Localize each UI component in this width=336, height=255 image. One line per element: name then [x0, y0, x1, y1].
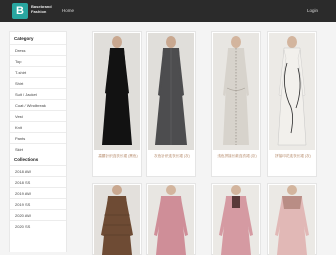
product-photo[interactable] [148, 33, 194, 150]
product-card[interactable] [92, 183, 142, 255]
brand-logo[interactable]: B [12, 3, 28, 19]
collection-item[interactable]: 2018 SS [10, 176, 66, 187]
product-photo[interactable] [94, 185, 140, 255]
category-item[interactable]: Vest [10, 110, 66, 121]
product-card[interactable]: 灰色针织连衣长裙 (灰) [146, 31, 196, 177]
product-card[interactable]: 拼接印花连衣长裙 (灰) [267, 31, 317, 177]
top-navbar: B Basebrand Fashion Home Login [0, 0, 336, 22]
category-item[interactable]: Top [10, 55, 66, 66]
category-item[interactable]: Dress [10, 44, 66, 55]
nav-home-link[interactable]: Home [62, 8, 74, 13]
category-item[interactable]: Suit / Jacket [10, 88, 66, 99]
collection-item[interactable]: 2018 AW [10, 165, 66, 176]
category-item[interactable]: Shirt [10, 77, 66, 88]
product-photo[interactable] [213, 33, 259, 150]
product-card[interactable] [267, 183, 317, 255]
collection-item[interactable]: 2020 SS [10, 220, 66, 231]
category-heading: Category [14, 36, 34, 41]
product-card[interactable] [146, 183, 196, 255]
category-item[interactable]: Knit [10, 121, 66, 132]
filter-sidebar: Category Dress Top T-shirt Shirt Suit / … [9, 31, 67, 252]
brand-name-line2: Fashion [31, 9, 47, 14]
category-item[interactable]: Coat / Windbreak [10, 99, 66, 110]
collection-item[interactable]: 2019 AW [10, 187, 66, 198]
collection-item[interactable]: 2019 SS [10, 198, 66, 209]
product-caption[interactable]: 浅色拼接长款连衣裙 (灰) [215, 154, 259, 159]
product-caption[interactable]: 高腰针织连衣长裙 (黑色) [96, 154, 140, 159]
category-item[interactable]: T-shirt [10, 66, 66, 77]
product-caption[interactable]: 灰色针织连衣长裙 (灰) [150, 154, 194, 159]
product-card[interactable]: 高腰针织连衣长裙 (黑色) [92, 31, 142, 177]
product-photo[interactable] [94, 33, 140, 150]
product-photo[interactable] [269, 185, 315, 255]
collections-heading: Collections [14, 157, 39, 162]
category-item[interactable]: Skirt [10, 143, 66, 154]
product-card[interactable] [211, 183, 261, 255]
product-photo[interactable] [148, 185, 194, 255]
product-card[interactable]: 浅色拼接长款连衣裙 (灰) [211, 31, 261, 177]
nav-login-link[interactable]: Login [307, 8, 318, 13]
product-photo[interactable] [213, 185, 259, 255]
product-caption[interactable]: 拼接印花连衣长裙 (灰) [271, 154, 315, 159]
category-item[interactable]: Pants [10, 132, 66, 143]
collection-item[interactable]: 2020 AW [10, 209, 66, 220]
brand-name[interactable]: Basebrand Fashion [31, 4, 52, 14]
product-photo[interactable] [269, 33, 315, 150]
